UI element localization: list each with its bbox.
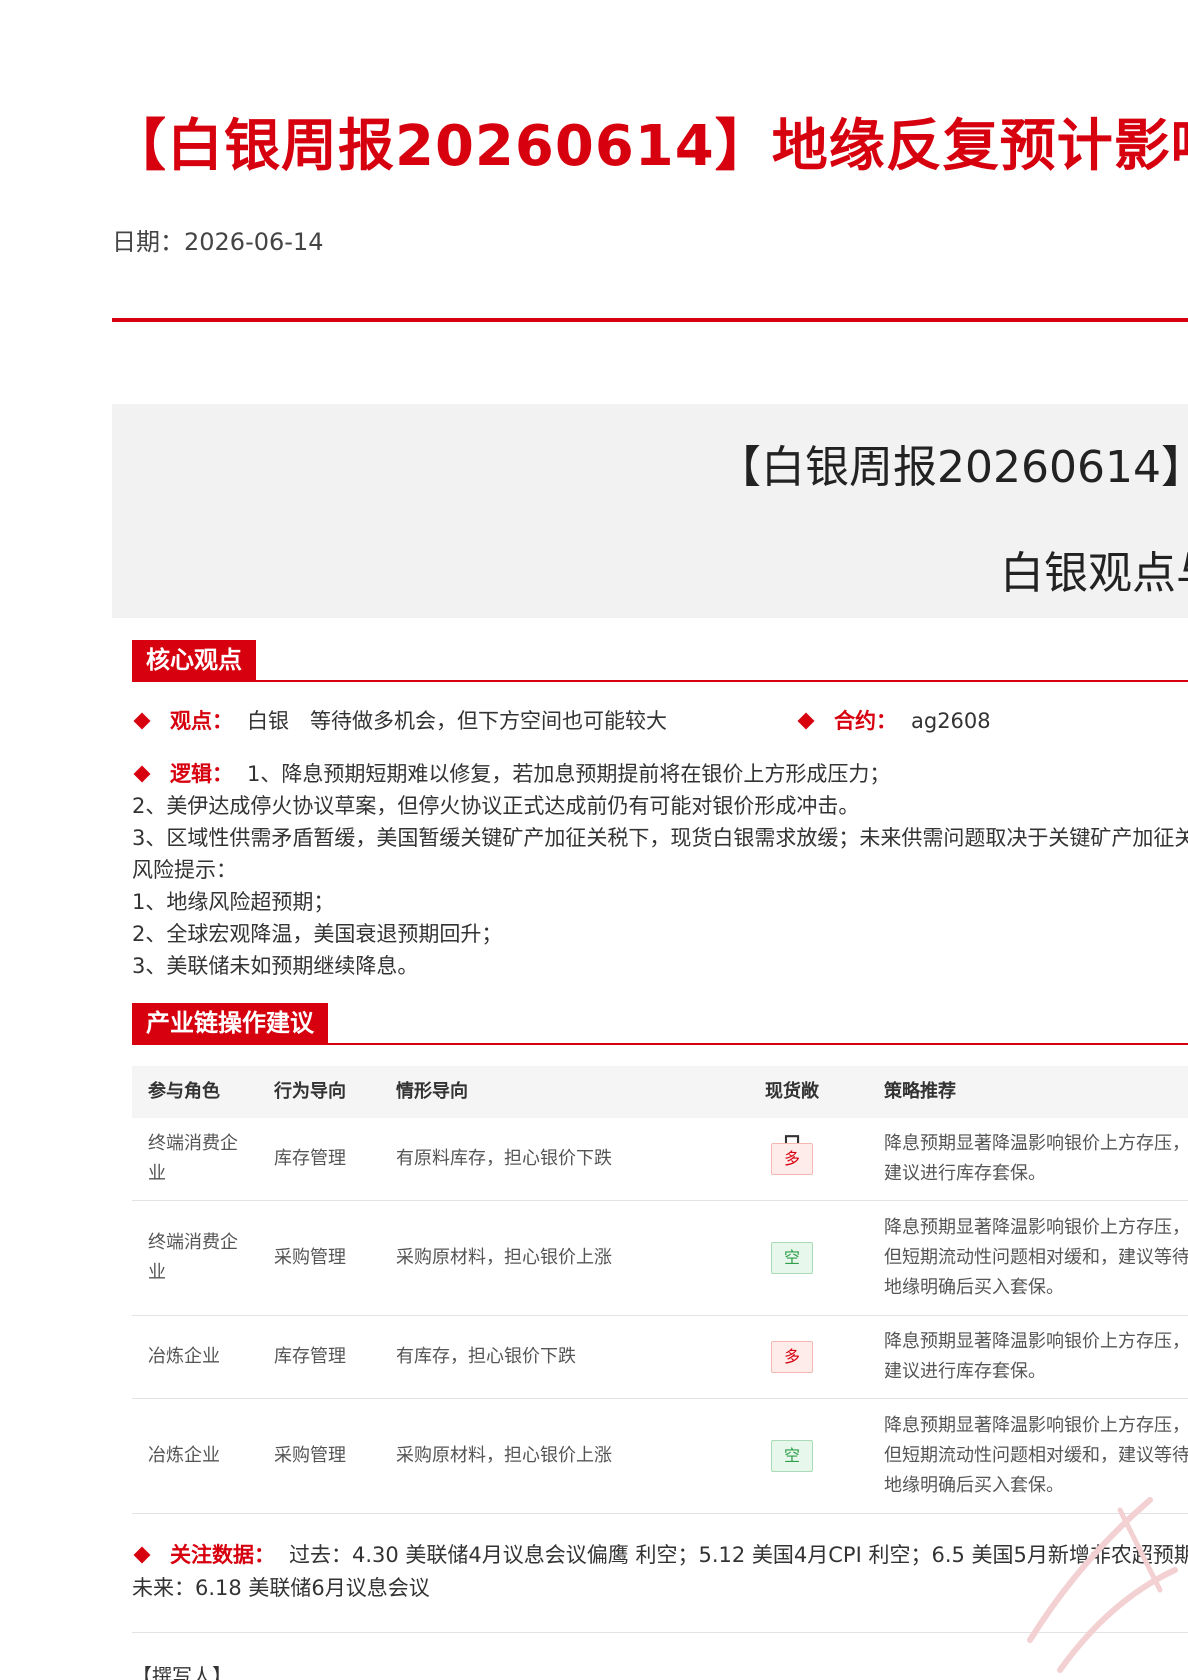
cell-situation: 采购原材料，担心银价上涨 — [396, 1445, 612, 1466]
cell-strategy: 降息预期显著降温影响银价上方存压， 建议进行库存套保。 — [884, 1118, 1188, 1200]
column-header-situation: 情形导向 — [396, 1081, 468, 1102]
cell-role-line: 业 — [148, 1262, 166, 1283]
exposure-long-badge: 多 — [771, 1143, 813, 1175]
cell-strategy: 降息预期显著降温影响银价上方存压， 建议进行库存套保。 — [884, 1316, 1188, 1398]
strategy-line: 建议进行库存套保。 — [884, 1361, 1046, 1382]
cell-role-line: 终端消费企 — [148, 1133, 238, 1154]
table-row: 终端消费企业 采购管理 采购原材料，担心银价上涨 空 降息预期显著降温影响银价上… — [132, 1201, 1188, 1316]
section-industry-title: 产业链操作建议 — [132, 1003, 328, 1043]
view-row: 观点： 白银 等待做多机会，但下方空间也可能较大 — [132, 706, 667, 736]
cell-role: 冶炼企业 — [148, 1346, 220, 1367]
diamond-bullet-icon — [133, 712, 151, 730]
cell-exposure: 多 — [762, 1316, 822, 1398]
focus-label: 关注数据： — [170, 1543, 275, 1567]
strategy-line: 降息预期显著降温影响银价上方存压， — [884, 1415, 1188, 1436]
table-row: 冶炼企业 库存管理 有库存，担心银价下跌 多 降息预期显著降温影响银价上方存压，… — [132, 1316, 1188, 1399]
cell-situation: 有原料库存，担心银价下跌 — [396, 1148, 612, 1169]
strategy-line: 降息预期显著降温影响银价上方存压， — [884, 1217, 1188, 1238]
risk-heading: 风险提示： — [132, 858, 237, 882]
logic-label: 逻辑： — [170, 762, 233, 786]
logic-first-line: 1、降息预期短期难以修复，若加息预期提前将在银价上方形成压力； — [247, 762, 891, 786]
risk-line: 1、地缘风险超预期； — [132, 890, 335, 914]
cell-exposure: 空 — [762, 1399, 822, 1513]
exposure-short-badge: 空 — [771, 1440, 813, 1472]
logic-line: 2、美伊达成停火协议草案，但停火协议正式达成前仍有可能对银价形成冲击。 — [132, 794, 860, 818]
report-page: 【白银周报20260614】地缘反复预计影响银价 日期：2026-06-14 【… — [0, 0, 1188, 1680]
cell-role-line: 终端消费企 — [148, 1232, 238, 1253]
cell-role-line: 业 — [148, 1163, 166, 1184]
cell-action: 库存管理 — [274, 1148, 346, 1169]
table-row: 终端消费企业 库存管理 有原料库存，担心银价下跌 多 降息预期显著降温影响银价上… — [132, 1118, 1188, 1201]
strategy-line: 地缘明确后买入套保。 — [884, 1277, 1064, 1298]
risk-line: 2、全球宏观降温，美国衰退预期回升； — [132, 922, 503, 946]
cell-situation: 采购原材料，担心银价上涨 — [396, 1247, 612, 1268]
cell-exposure: 多 — [762, 1118, 822, 1200]
contract-text: ag2608 — [911, 709, 991, 733]
contract-row: 合约： ag2608 — [796, 706, 991, 736]
section-core-header: 核心观点 — [132, 640, 1188, 682]
page-title: 【白银周报20260614】地缘反复预计影响银价 — [110, 114, 1188, 179]
column-header-action: 行为导向 — [274, 1081, 346, 1102]
cell-action: 库存管理 — [274, 1346, 346, 1367]
exposure-short-badge: 空 — [771, 1242, 813, 1274]
diamond-bullet-icon — [133, 765, 151, 783]
strategy-line: 降息预期显著降温影响银价上方存压， — [884, 1331, 1188, 1352]
column-header-role: 参与角色 — [148, 1081, 220, 1102]
logic-line: 3、区域性供需矛盾暂缓，美国暂缓关键矿产加征关税下，现货白银需求放缓；未来供需问… — [132, 826, 1188, 850]
exposure-long-badge: 多 — [771, 1341, 813, 1373]
strategy-line: 降息预期显著降温影响银价上方存压， — [884, 1133, 1188, 1154]
risk-line: 3、美联储未如预期继续降息。 — [132, 954, 419, 978]
title-divider — [112, 318, 1188, 322]
strategy-line: 但短期流动性问题相对缓和，建议等待 — [884, 1247, 1188, 1268]
cell-action: 采购管理 — [274, 1247, 346, 1268]
contract-label: 合约： — [834, 709, 897, 733]
section-industry-header: 产业链操作建议 — [132, 1003, 1188, 1045]
section-core-title: 核心观点 — [132, 640, 256, 680]
hero-banner: 【白银周报20260614】地缘反复预计影响银价 白银观点与策略 — [112, 404, 1188, 618]
diamond-bullet-icon — [133, 1546, 151, 1564]
watermark-icon — [1027, 1497, 1178, 1673]
cell-role: 终端消费企业 — [148, 1201, 248, 1315]
column-header-strategy: 策略推荐 — [884, 1081, 956, 1102]
hero-title: 【白银周报20260614】地缘反复预计影响银价 — [717, 442, 1188, 493]
cell-situation: 有库存，担心银价下跌 — [396, 1346, 576, 1367]
focus-future: 未来：6.18 美联储6月议息会议 — [132, 1576, 430, 1600]
cell-role: 冶炼企业 — [148, 1445, 220, 1466]
cell-exposure: 空 — [762, 1201, 822, 1315]
author-label: 【撰写人】 — [132, 1664, 232, 1680]
view-text: 白银 等待做多机会，但下方空间也可能较大 — [247, 709, 667, 733]
logic-row: 逻辑： 1、降息预期短期难以修复，若加息预期提前将在银价上方形成压力； — [132, 759, 890, 789]
cell-action: 采购管理 — [274, 1445, 346, 1466]
strategy-line: 建议进行库存套保。 — [884, 1163, 1046, 1184]
cell-role: 终端消费企业 — [148, 1118, 248, 1200]
view-label: 观点： — [170, 709, 233, 733]
report-date: 日期：2026-06-14 — [112, 228, 324, 256]
diamond-bullet-icon — [797, 712, 815, 730]
hero-subtitle: 白银观点与策略 — [1000, 548, 1188, 599]
cell-strategy: 降息预期显著降温影响银价上方存压， 但短期流动性问题相对缓和，建议等待 地缘明确后买… — [884, 1201, 1188, 1315]
table-header: 参与角色 行为导向 情形导向 现货敞口 策略推荐 — [132, 1066, 1188, 1154]
